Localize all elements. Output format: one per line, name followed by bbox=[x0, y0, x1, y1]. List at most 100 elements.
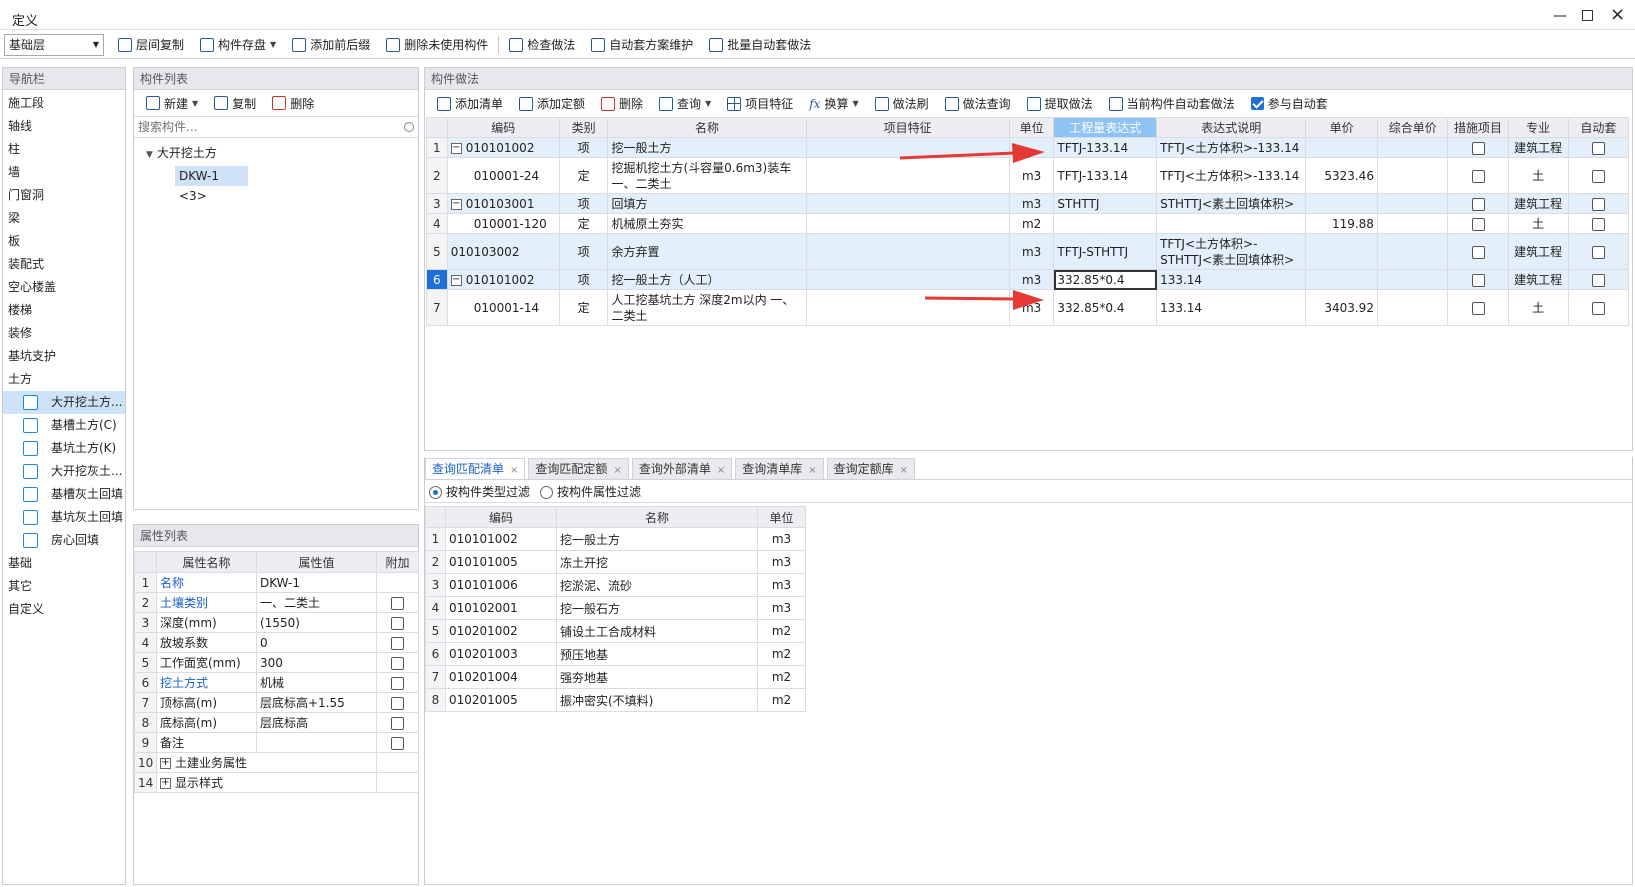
nav-sub-item[interactable]: 基槽土方(C) bbox=[3, 414, 125, 437]
method-major[interactable]: 建筑工程 bbox=[1507, 137, 1569, 158]
expand-icon[interactable]: + bbox=[160, 758, 171, 769]
auto-checkbox[interactable] bbox=[1591, 141, 1605, 155]
auto-checkbox[interactable] bbox=[1591, 197, 1605, 211]
nav-item[interactable]: 空心楼盖 bbox=[3, 276, 125, 299]
close-icon[interactable]: × bbox=[717, 465, 725, 476]
attach-checkbox[interactable] bbox=[391, 636, 404, 650]
attach-checkbox[interactable] bbox=[391, 716, 404, 730]
method-feature[interactable] bbox=[805, 193, 1010, 214]
batch-auto-button[interactable]: 批量自动套做法 bbox=[701, 34, 819, 56]
attach-checkbox[interactable] bbox=[391, 656, 404, 670]
query-row[interactable]: 6 010201003 预压地基 m2 bbox=[425, 642, 806, 666]
check-method-button[interactable]: 检查做法 bbox=[501, 34, 583, 56]
auto-scheme-button[interactable]: 自动套方案维护 bbox=[583, 34, 701, 56]
search-icon[interactable] bbox=[404, 122, 414, 132]
close-icon[interactable]: × bbox=[510, 465, 518, 476]
property-value[interactable]: 层底标高+1.55 bbox=[256, 692, 377, 713]
method-row[interactable]: 6−010101002 项挖一般土方（人工） m3 332.85*0.4 133.14 建… bbox=[426, 269, 1630, 290]
add-prefix-suffix-button[interactable]: 添加前后缀 bbox=[284, 34, 378, 56]
nav-item[interactable]: 板 bbox=[3, 230, 125, 253]
nav-item[interactable]: 门窗洞 bbox=[3, 184, 125, 207]
property-value[interactable] bbox=[256, 732, 377, 753]
tree-expand-icon[interactable]: ▼ bbox=[146, 150, 153, 160]
method-row[interactable]: 4 010001-120 定机械原土夯实 m2 119.88 土 bbox=[426, 213, 1630, 234]
nav-item[interactable]: 土方 bbox=[3, 368, 125, 391]
method-row[interactable]: 7 010001-14 定人工挖基坑土方 深度2m以内 一、二类土 m3 332.85*… bbox=[426, 289, 1630, 326]
collapse-icon[interactable]: − bbox=[450, 198, 462, 210]
method-major[interactable]: 土 bbox=[1507, 157, 1569, 194]
method-query-button[interactable]: 做法查询 bbox=[937, 93, 1019, 115]
property-value[interactable]: 机械 bbox=[256, 672, 377, 693]
auto-checkbox[interactable] bbox=[1591, 169, 1605, 183]
filter-by-attribute[interactable]: 按构件属性过滤 bbox=[540, 483, 641, 500]
property-row[interactable]: 6 挖土方式 机械 bbox=[134, 672, 419, 693]
quantity-expression[interactable] bbox=[1053, 213, 1158, 234]
property-row[interactable]: 10 + 土建业务属性 bbox=[134, 752, 419, 773]
method-unit[interactable]: m3 bbox=[1008, 269, 1055, 290]
method-name[interactable]: 余方弃置 bbox=[607, 233, 807, 270]
nav-item[interactable]: 柱 bbox=[3, 138, 125, 161]
quantity-expression[interactable]: STHTTJ bbox=[1053, 193, 1158, 214]
auto-checkbox[interactable] bbox=[1591, 217, 1605, 231]
property-row[interactable]: 8 底标高(m) 层底标高 bbox=[134, 712, 419, 733]
tab-match-list[interactable]: 查询匹配清单 × bbox=[425, 458, 526, 479]
nav-item[interactable]: 墙 bbox=[3, 161, 125, 184]
method-name[interactable]: 机械原土夯实 bbox=[607, 213, 807, 234]
nav-item[interactable]: 自定义 bbox=[3, 598, 125, 621]
delete-button[interactable]: 删除 bbox=[593, 93, 651, 115]
method-row[interactable]: 3−010103001 项回填方 m3 STHTTJ STHTTJ<素土回填体积> 建筑工… bbox=[426, 193, 1630, 214]
nav-item[interactable]: 轴线 bbox=[3, 115, 125, 138]
attach-checkbox[interactable] bbox=[391, 736, 404, 750]
search-input[interactable] bbox=[138, 120, 404, 134]
nav-item[interactable]: 梁 bbox=[3, 207, 125, 230]
method-name[interactable]: 挖一般土方 bbox=[607, 137, 807, 158]
nav-sub-item[interactable]: 基坑土方(K) bbox=[3, 437, 125, 460]
method-major[interactable]: 建筑工程 bbox=[1507, 233, 1569, 270]
add-quota-button[interactable]: 添加定额 bbox=[511, 93, 593, 115]
close-icon[interactable]: × bbox=[900, 465, 908, 476]
tab-list-library[interactable]: 查询清单库 × bbox=[735, 458, 824, 479]
quantity-expression[interactable]: TFTJ-133.14 bbox=[1053, 157, 1158, 194]
radio-button[interactable] bbox=[429, 485, 442, 499]
property-value[interactable]: 一、二类土 bbox=[256, 592, 377, 613]
tree-root[interactable]: ▼ 大开挖土方 bbox=[146, 142, 418, 164]
measure-checkbox[interactable] bbox=[1471, 273, 1485, 287]
measure-checkbox[interactable] bbox=[1471, 169, 1485, 183]
add-list-button[interactable]: 添加清单 bbox=[429, 93, 511, 115]
query-row[interactable]: 1 010101002 挖一般土方 m3 bbox=[425, 527, 806, 551]
method-unit[interactable]: m2 bbox=[1008, 213, 1055, 234]
quantity-expression[interactable]: TFTJ-133.14 bbox=[1053, 137, 1158, 158]
nav-sub-item[interactable]: 房心回填 bbox=[3, 529, 125, 552]
method-unit[interactable]: m3 bbox=[1008, 193, 1055, 214]
method-name[interactable]: 回填方 bbox=[607, 193, 807, 214]
measure-checkbox[interactable] bbox=[1471, 141, 1485, 155]
property-row[interactable]: 2 土壤类别 一、二类土 bbox=[134, 592, 419, 613]
nav-item[interactable]: 装修 bbox=[3, 322, 125, 345]
minimize-icon[interactable]: — bbox=[1553, 8, 1567, 24]
method-feature[interactable] bbox=[805, 233, 1010, 270]
delete-component-button[interactable]: 删除 bbox=[264, 92, 322, 114]
method-feature[interactable] bbox=[805, 289, 1010, 326]
expand-icon[interactable]: + bbox=[160, 778, 171, 789]
measure-checkbox[interactable] bbox=[1471, 301, 1485, 315]
method-name[interactable]: 挖掘机挖土方(斗容量0.6m3)装车 一、二类土 bbox=[607, 157, 807, 194]
tab-match-quota[interactable]: 查询匹配定额 × bbox=[528, 458, 629, 479]
auto-checkbox[interactable] bbox=[1591, 301, 1605, 315]
method-name[interactable]: 挖一般土方（人工） bbox=[607, 269, 807, 290]
attach-checkbox[interactable] bbox=[391, 596, 404, 610]
query-row[interactable]: 3 010101006 挖淤泥、流砂 m3 bbox=[425, 573, 806, 597]
nav-item[interactable]: 其它 bbox=[3, 575, 125, 598]
copy-component-button[interactable]: 复制 bbox=[206, 92, 264, 114]
copy-between-floors-button[interactable]: 层间复制 bbox=[110, 34, 192, 56]
method-unit[interactable]: m3 bbox=[1008, 233, 1055, 270]
extract-method-button[interactable]: 提取做法 bbox=[1019, 93, 1101, 115]
nav-sub-item[interactable]: 基槽灰土回填 bbox=[3, 483, 125, 506]
method-row[interactable]: 2 010001-24 定挖掘机挖土方(斗容量0.6m3)装车 一、二类土 m3 TFT… bbox=[426, 157, 1630, 194]
quantity-expression[interactable]: 332.85*0.4 bbox=[1053, 269, 1158, 290]
property-value[interactable]: 300 bbox=[256, 652, 377, 673]
measure-checkbox[interactable] bbox=[1471, 245, 1485, 259]
measure-checkbox[interactable] bbox=[1471, 217, 1485, 231]
method-unit[interactable]: m3 bbox=[1008, 157, 1055, 194]
method-unit[interactable]: m3 bbox=[1008, 289, 1055, 326]
property-row[interactable]: 14 + 显示样式 bbox=[134, 772, 419, 793]
